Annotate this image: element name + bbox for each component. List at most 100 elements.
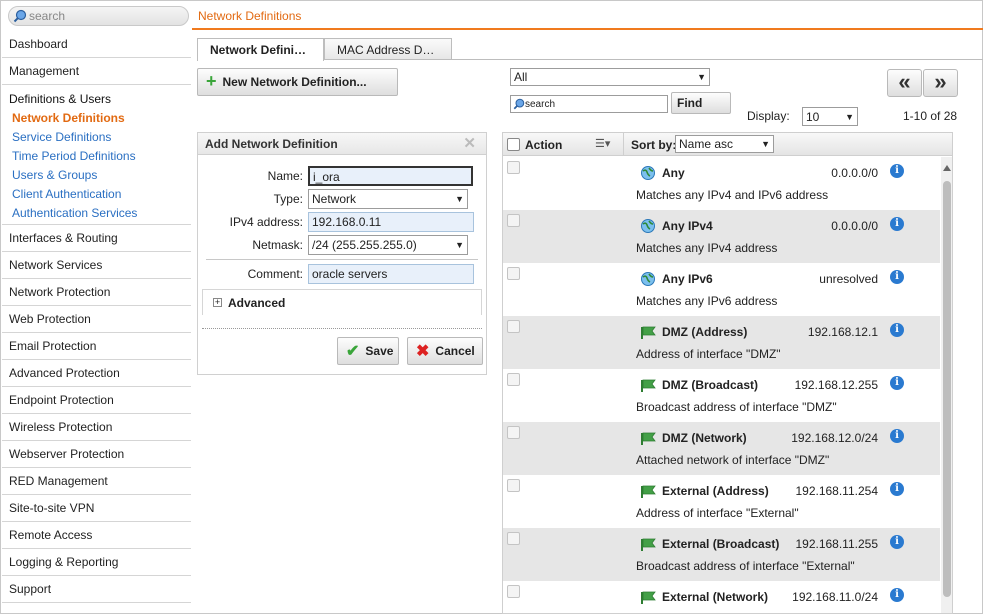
sidebar-item-remote-access[interactable]: Remote Access [2,522,191,549]
sort-select[interactable]: Name asc ▼ [675,135,774,153]
sidebar-item-dashboard[interactable]: Dashboard [2,31,191,58]
row-name[interactable]: Any IPv4 [662,219,713,233]
filter-select-value: All [514,70,528,84]
row-checkbox[interactable] [507,426,520,439]
tab-network-definitions[interactable]: Network Defini… [197,38,324,61]
global-search-input[interactable]: search [8,6,189,26]
row-name[interactable]: DMZ (Address) [662,325,747,339]
info-icon[interactable]: i [890,588,904,602]
sidebar-item-advanced-protection[interactable]: Advanced Protection [2,360,191,387]
chevron-down-icon: ▼ [455,194,464,204]
list-item[interactable]: DMZ (Address) 192.168.12.1 i Address of int… [503,316,940,369]
sidebar-item-webserver-protection[interactable]: Webserver Protection [2,441,191,468]
list-item[interactable]: Any IPv6 unresolved i Matches any IPv6 addr… [503,263,940,316]
sidebar-item-interfaces-and-routing[interactable]: Interfaces & Routing [2,225,191,252]
next-page-button[interactable]: » [923,69,958,97]
list-item[interactable]: External (Address) 192.168.11.254 i Address… [503,475,940,528]
list-item[interactable]: DMZ (Network) 192.168.12.0/24 i Attached ne… [503,422,940,475]
cancel-button[interactable]: ✖ Cancel [407,337,483,365]
row-address: 0.0.0.0/0 [831,166,878,180]
row-address: 192.168.12.0/24 [791,431,878,445]
sidebar-item-logging-and-reporting[interactable]: Logging & Reporting [2,549,191,576]
select-all-checkbox[interactable] [507,138,520,151]
find-button[interactable]: Find [671,92,731,114]
column-menu-icon[interactable]: ☰▾ [595,137,610,150]
list-scrollbar[interactable] [941,157,952,613]
sidebar-item-web-protection[interactable]: Web Protection [2,306,191,333]
close-icon[interactable]: ✕ [463,134,476,152]
type-select[interactable]: Network ▼ [308,189,468,209]
sidebar-subitem-service-definitions[interactable]: Service Definitions [2,127,191,146]
row-name[interactable]: Any [662,166,685,180]
comment-field[interactable]: oracle servers [308,264,474,284]
list-item[interactable]: DMZ (Broadcast) 192.168.12.255 i Broadcast … [503,369,940,422]
info-icon[interactable]: i [890,270,904,284]
comment-row: Comment: oracle servers [198,264,488,284]
previous-page-button[interactable]: « [887,69,922,97]
row-name[interactable]: DMZ (Broadcast) [662,378,758,392]
info-icon[interactable]: i [890,482,904,496]
tab-mac-address-definitions[interactable]: MAC Address D… [324,38,452,60]
row-checkbox[interactable] [507,214,520,227]
row-description: Matches any IPv6 address [636,294,778,308]
sidebar-item-network-services[interactable]: Network Services [2,252,191,279]
scroll-up-icon[interactable] [943,165,951,171]
row-checkbox[interactable] [507,479,520,492]
sidebar-subitem-client-authentication[interactable]: Client Authentication [2,184,191,203]
row-name[interactable]: Any IPv6 [662,272,713,286]
row-checkbox[interactable] [507,373,520,386]
list-item[interactable]: External (Broadcast) 192.168.11.255 i Broad… [503,528,940,581]
new-network-definition-button[interactable]: + New Network Definition... [197,68,398,96]
filter-select[interactable]: All ▼ [510,68,710,86]
list-item[interactable]: Any 0.0.0.0/0 i Matches any IPv4 and IPv6 a… [503,157,940,210]
row-checkbox[interactable] [507,267,520,280]
list-search-input[interactable]: search [510,95,668,113]
type-label: Type: [273,192,303,206]
info-icon[interactable]: i [890,323,904,337]
ipv4-label: IPv4 address: [229,215,303,229]
info-icon[interactable]: i [890,164,904,178]
sidebar-item-definitions-and-users[interactable]: Definitions & Users [2,89,191,108]
sidebar-item-red-management[interactable]: RED Management [2,468,191,495]
row-name[interactable]: DMZ (Network) [662,431,747,445]
row-checkbox[interactable] [507,161,520,174]
sidebar-subitem-time-period-definitions[interactable]: Time Period Definitions [2,146,191,165]
sidebar-item-network-protection[interactable]: Network Protection [2,279,191,306]
dotted-divider [202,328,482,329]
sidebar-subitem-users-and-groups[interactable]: Users & Groups [2,165,191,184]
sidebar-subitem-network-definitions[interactable]: Network Definitions [2,108,191,127]
sidebar-subitem-authentication-services[interactable]: Authentication Services [2,203,191,222]
checkmark-icon: ✔ [346,343,360,360]
info-icon[interactable]: i [890,217,904,231]
sidebar-item-management[interactable]: Management [2,58,191,85]
info-icon[interactable]: i [890,429,904,443]
save-label: Save [365,344,394,358]
row-name[interactable]: External (Network) [662,590,768,604]
sidebar-item-endpoint-protection[interactable]: Endpoint Protection [2,387,191,414]
row-name[interactable]: External (Broadcast) [662,537,779,551]
display-count-select[interactable]: 10 ▼ [802,107,858,126]
row-address: 0.0.0.0/0 [831,219,878,233]
sidebar-item-wireless-protection[interactable]: Wireless Protection [2,414,191,441]
advanced-label: Advanced [228,295,286,310]
row-checkbox[interactable] [507,320,520,333]
row-address: 192.168.11.255 [795,537,878,551]
advanced-section-toggle[interactable]: + Advanced [202,289,482,315]
save-button[interactable]: ✔ Save [337,337,399,365]
name-field[interactable]: i_ora [308,166,473,186]
scrollbar-thumb[interactable] [943,181,951,597]
row-checkbox[interactable] [507,532,520,545]
row-name[interactable]: External (Address) [662,484,769,498]
sidebar-item-site-to-site-vpn[interactable]: Site-to-site VPN [2,495,191,522]
list-item[interactable]: External (Network) 192.168.11.0/24 i [503,581,940,613]
sidebar-item-email-protection[interactable]: Email Protection [2,333,191,360]
interface-icon [640,377,656,393]
info-icon[interactable]: i [890,376,904,390]
ipv4-address-field[interactable]: 192.168.0.11 [308,212,474,232]
list-header: Action ☰▾ Sort by: Name asc ▼ [503,133,952,156]
info-icon[interactable]: i [890,535,904,549]
netmask-select[interactable]: /24 (255.255.255.0) ▼ [308,235,468,255]
sidebar-item-support[interactable]: Support [2,576,191,603]
row-checkbox[interactable] [507,585,520,598]
list-item[interactable]: Any IPv4 0.0.0.0/0 i Matches any IPv4 addre… [503,210,940,263]
